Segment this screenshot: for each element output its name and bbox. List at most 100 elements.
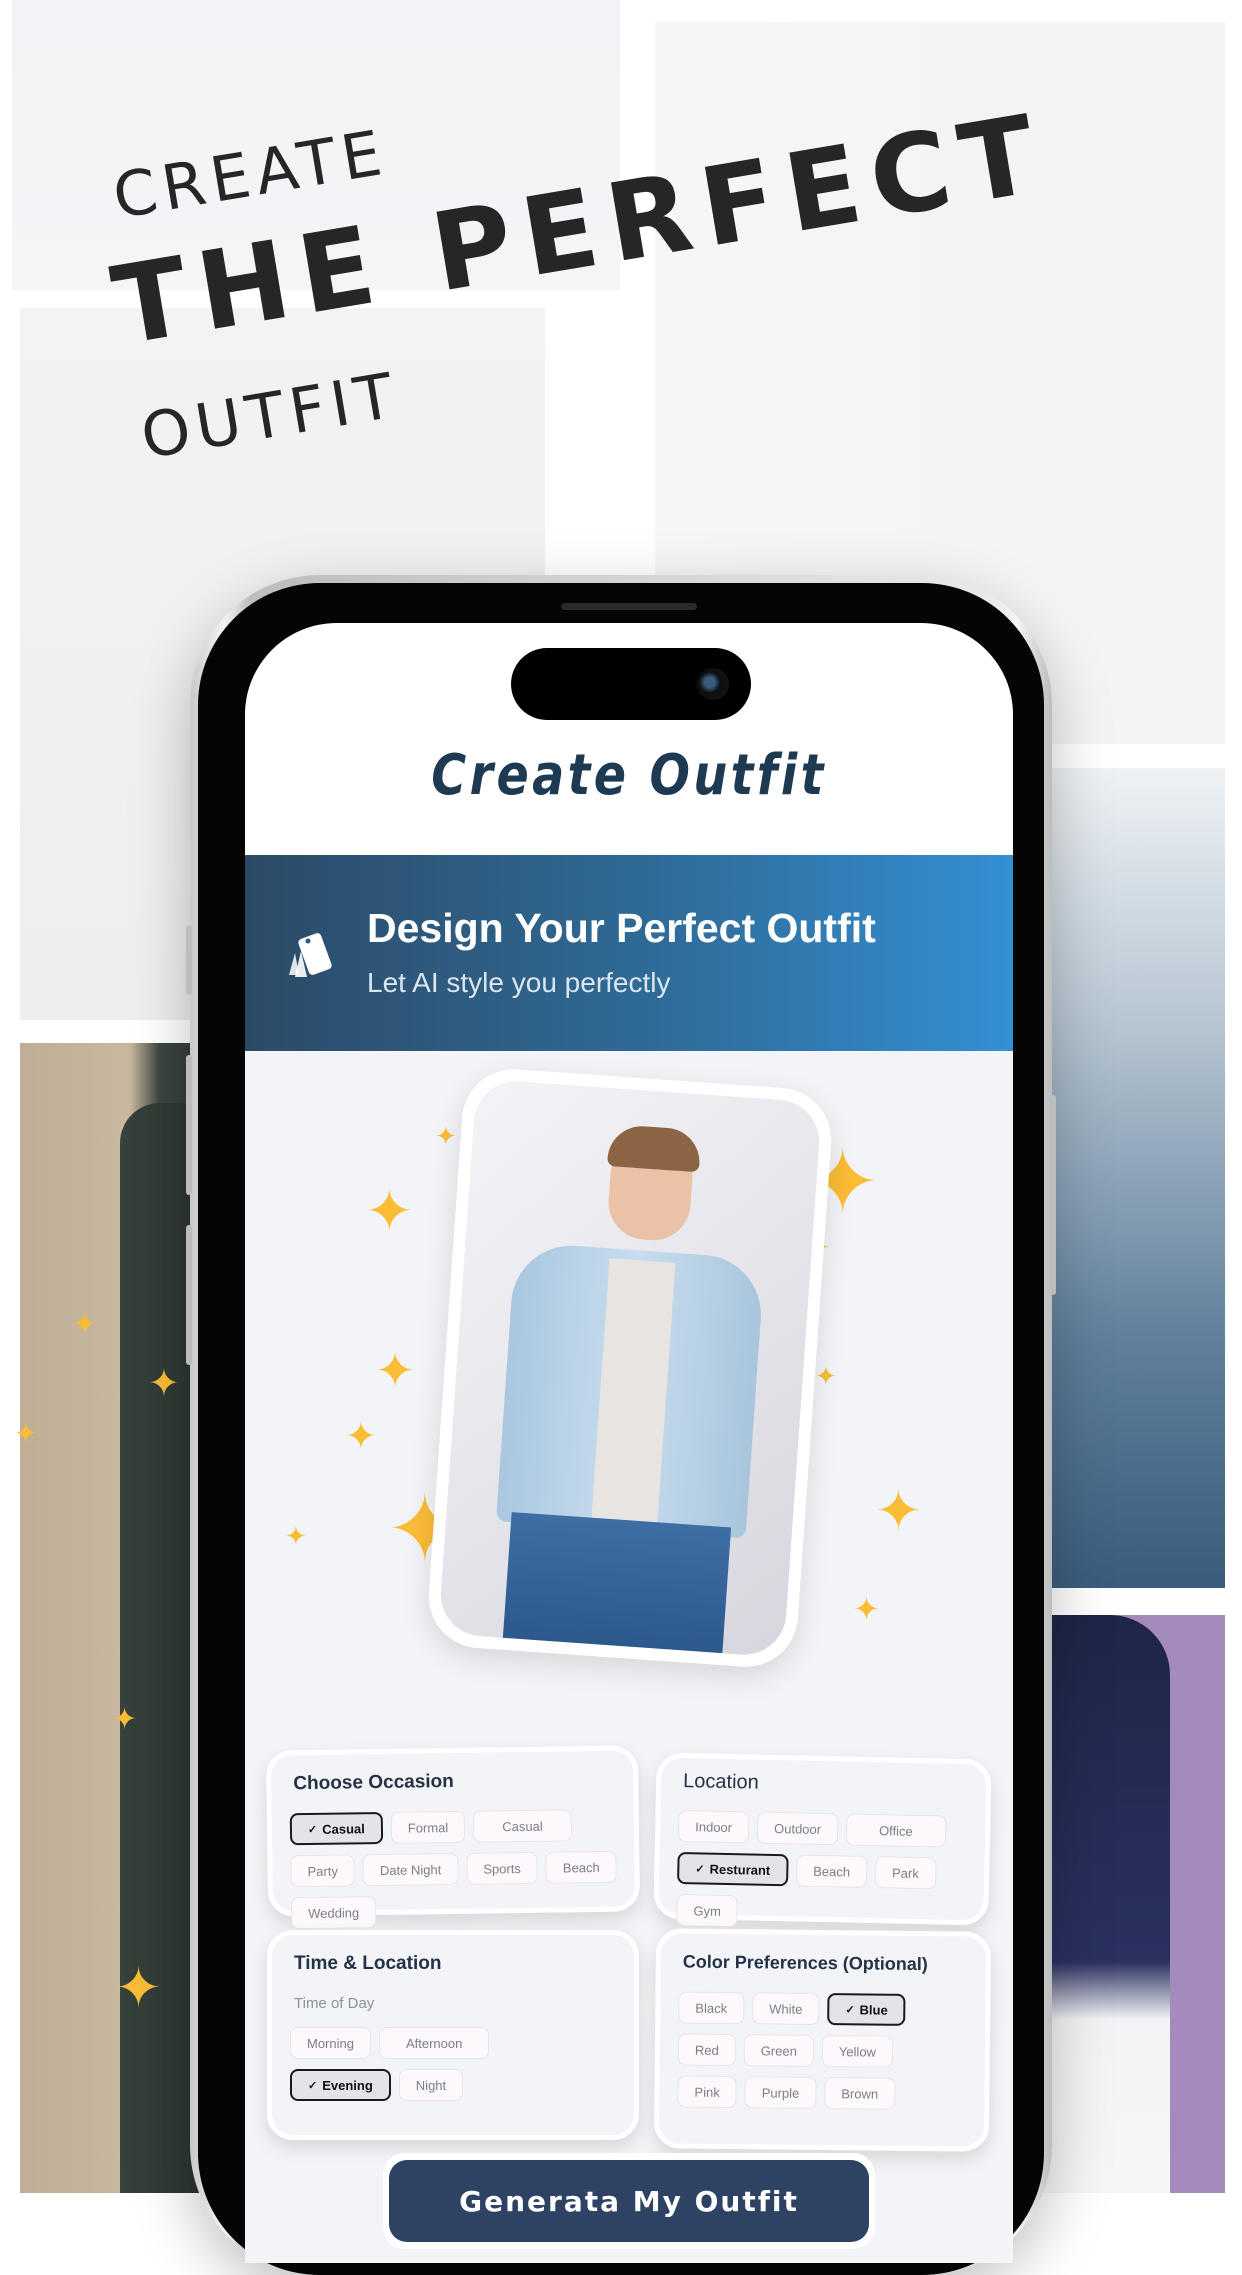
sparkle-icon: ✦ — [853, 1591, 880, 1627]
check-icon: ✓ — [695, 1862, 705, 1876]
occasion-chip[interactable]: ✓ Casual — [289, 1811, 384, 1846]
chip-label: Wedding — [308, 1904, 360, 1921]
chip-label: White — [769, 2000, 803, 2017]
location-chip[interactable]: Gym — [676, 1893, 739, 1928]
phone-bezel: Create Outfit Design Your Perfect Outfit… — [198, 583, 1044, 2275]
sparkle-icon: ✦ — [14, 1418, 38, 1449]
app-screen: Create Outfit Design Your Perfect Outfit… — [245, 623, 1013, 2263]
location-chip[interactable]: Park — [874, 1856, 937, 1890]
banner-title: Design Your Perfect Outfit — [367, 905, 876, 951]
phone-side-button — [186, 1055, 192, 1195]
hero-banner: Design Your Perfect Outfit Let AI style … — [245, 855, 1013, 1051]
phone-speaker — [561, 603, 697, 610]
chip-label: Party — [307, 1863, 338, 1879]
chip-label: Pink — [694, 2084, 720, 2100]
swatch-cards-icon — [289, 933, 332, 977]
location-title: Location — [682, 1770, 760, 1794]
chip-label: Resturant — [709, 1861, 771, 1878]
chip-label: Yellow — [838, 2043, 877, 2060]
sparkle-icon: ✦ — [112, 1703, 138, 1736]
dynamic-island — [511, 648, 751, 720]
time-chip[interactable]: Night — [398, 2069, 464, 2101]
occasion-chip[interactable]: Wedding — [290, 1896, 377, 1930]
chip-label: Casual — [322, 1820, 365, 1837]
occasion-chip[interactable]: Beach — [545, 1850, 617, 1884]
app-header: Create Outfit — [245, 623, 1013, 855]
chip-label: Date Night — [379, 1861, 442, 1878]
time-card: Time & Location Time of Day Morning Afte… — [267, 1930, 639, 2140]
background-photo-panel — [1040, 768, 1225, 1588]
color-preferences-title: Color Preferences (Optional) — [682, 1951, 928, 1975]
location-chip[interactable]: Indoor — [677, 1809, 750, 1844]
phone-mockup: Create Outfit Design Your Perfect Outfit… — [186, 575, 1056, 2275]
color-chip[interactable]: Black — [678, 1991, 745, 2025]
color-chip[interactable]: Purple — [744, 2076, 817, 2109]
phone-side-button — [186, 1225, 192, 1365]
location-card: Location Indoor Outdoor Office ✓ Resturan… — [653, 1752, 992, 1928]
chip-label: Formal — [407, 1819, 449, 1836]
color-chip[interactable]: Yellow — [821, 2034, 894, 2068]
location-chip[interactable]: Outdoor — [756, 1811, 839, 1846]
color-chip[interactable]: White — [751, 1992, 820, 2025]
chip-label: Outdoor — [773, 1820, 822, 1837]
chip-label: Morning — [307, 2035, 354, 2051]
sparkle-icon: ✦ — [875, 1479, 922, 1542]
chip-label: Brown — [841, 2085, 879, 2102]
photo-jeans — [501, 1512, 732, 1658]
chip-label: Blue — [859, 2001, 888, 2018]
time-title: Time & Location — [294, 1953, 442, 1974]
color-chips: Black White ✓ Blue Red Green Yellow Pink … — [677, 1991, 945, 2110]
chip-label: Red — [694, 2042, 719, 2058]
color-chip[interactable]: Pink — [677, 2075, 737, 2109]
location-chips: Indoor Outdoor Office ✓ Resturant Beach P… — [676, 1809, 973, 1932]
chip-label: Casual — [502, 1818, 543, 1834]
location-chip[interactable]: Beach — [795, 1854, 868, 1888]
sparkle-icon: ✦ — [115, 1956, 162, 2019]
color-chip[interactable]: Red — [677, 2033, 736, 2067]
banner-subtitle: Let AI style you perfectly — [367, 967, 671, 998]
location-chip[interactable]: Office — [845, 1813, 947, 1848]
occasion-chip[interactable]: Sports — [466, 1851, 539, 1885]
time-chips: Morning Afternoon ✓ Evening Night — [290, 2027, 574, 2101]
generate-outfit-button[interactable]: Generata My Outfit — [389, 2160, 869, 2242]
color-chip[interactable]: Green — [743, 2034, 815, 2067]
check-icon: ✓ — [845, 2003, 855, 2016]
time-chip[interactable]: Afternoon — [378, 2027, 490, 2059]
chip-label: Gym — [693, 1902, 722, 1919]
occasion-chip[interactable]: Casual — [473, 1809, 572, 1843]
chip-label: Beach — [562, 1859, 600, 1875]
sparkle-icon: ✦ — [435, 1121, 457, 1151]
check-icon: ✓ — [307, 1823, 318, 1836]
page-title: Create Outfit — [431, 743, 827, 808]
occasion-chip[interactable]: Formal — [390, 1810, 466, 1844]
color-chip[interactable]: Brown — [824, 2077, 896, 2110]
chip-label: Sports — [483, 1860, 521, 1877]
sparkle-icon: ✦ — [375, 1345, 416, 1398]
chip-label: Night — [415, 2077, 447, 2093]
photo-hair — [607, 1124, 702, 1173]
phone-side-button — [186, 925, 192, 995]
time-of-day-label: Time of Day — [294, 1995, 375, 2012]
phone-side-button — [1050, 1095, 1056, 1295]
sparkle-icon: ✦ — [148, 1363, 180, 1405]
color-chip[interactable]: ✓ Blue — [827, 1993, 906, 2026]
chip-label: Afternoon — [405, 2035, 463, 2051]
chip-label: Office — [878, 1822, 913, 1839]
chip-label: Indoor — [695, 1818, 733, 1835]
occasion-card: Choose Occasion ✓ Casual Formal Casual Pa… — [265, 1745, 641, 1930]
occasion-chip[interactable]: Date Night — [362, 1852, 459, 1887]
time-chip[interactable]: ✓ Evening — [290, 2069, 391, 2101]
occasion-chips: ✓ Casual Formal Casual Party Date Night S… — [289, 1809, 624, 1930]
model-photo-card[interactable] — [425, 1065, 835, 1671]
check-icon: ✓ — [308, 2079, 318, 2092]
time-chip[interactable]: Morning — [290, 2027, 371, 2059]
sparkle-icon: ✦ — [345, 1416, 377, 1458]
model-photo — [438, 1078, 822, 1658]
camera-icon — [697, 668, 729, 700]
location-chip[interactable]: ✓ Resturant — [677, 1851, 789, 1887]
color-preferences-card: Color Preferences (Optional) Black White… — [653, 1928, 992, 2152]
occasion-chip[interactable]: Party — [290, 1854, 356, 1888]
chip-label: Beach — [813, 1863, 851, 1880]
chip-label: Green — [760, 2042, 797, 2059]
background-photo-panel — [1040, 1615, 1225, 2193]
